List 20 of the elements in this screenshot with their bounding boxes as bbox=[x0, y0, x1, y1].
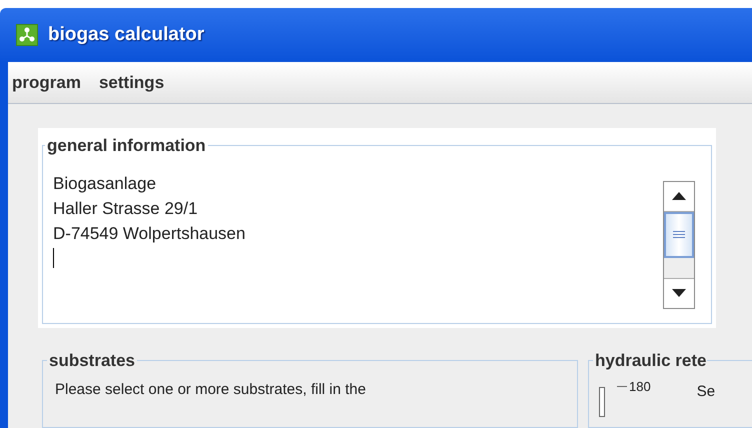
text-line: Haller Strasse 29/1 bbox=[53, 198, 199, 220]
group-title: hydraulic rete bbox=[594, 350, 706, 372]
scroll-down-icon[interactable] bbox=[664, 278, 694, 308]
scroll-thumb[interactable] bbox=[664, 212, 694, 258]
instruction-text: Please select one or more substrates, fill in the bbox=[55, 380, 367, 400]
text-line: D-74549 Wolpertshausen bbox=[53, 222, 246, 244]
address-field[interactable]: Biogasanlage Haller Strasse 29/1 D-74549 Wolpertshausen bbox=[53, 158, 663, 308]
menu-item[interactable]: settings bbox=[98, 70, 164, 96]
app-icon bbox=[16, 24, 38, 46]
text-cursor bbox=[53, 248, 54, 268]
group-title: substrates bbox=[48, 350, 136, 372]
description-text: Se bbox=[696, 382, 716, 402]
tick-label: 180 bbox=[629, 378, 651, 396]
scroll-bar[interactable] bbox=[663, 180, 695, 308]
scroll-up-icon[interactable] bbox=[664, 182, 694, 212]
text-line: Biogasanlage bbox=[53, 172, 158, 194]
group-title: general information bbox=[46, 135, 207, 157]
slider-track[interactable] bbox=[599, 387, 605, 417]
menu-item[interactable]: program bbox=[12, 70, 81, 96]
window-title: biogas calculator bbox=[48, 22, 204, 47]
